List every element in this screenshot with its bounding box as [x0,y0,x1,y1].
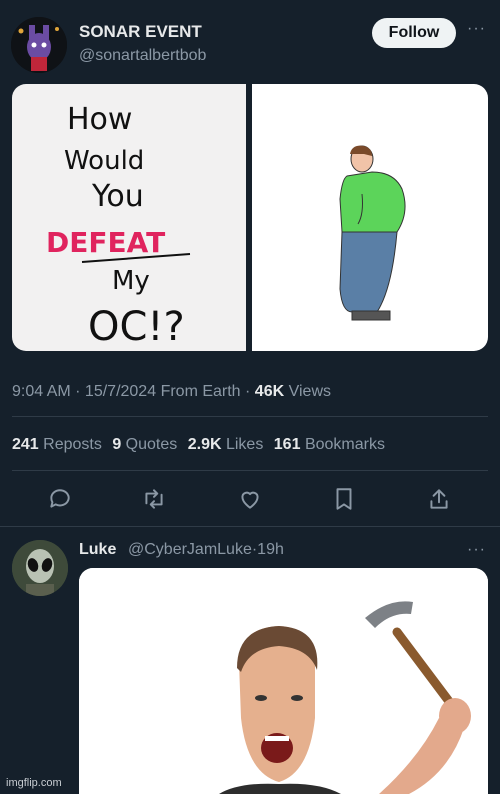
reply-avatar[interactable] [12,540,68,596]
stat-quotes[interactable]: 9 Quotes [112,436,177,453]
engagement-stats: 241 Reposts 9 Quotes 2.9K Likes 161 Book… [12,436,391,454]
post-meta: 9:04 AM · 15/7/2024 From Earth · 46K Vie… [12,383,331,400]
views-label: Views [288,383,331,400]
oc-character-drawing [339,145,406,321]
repost-icon[interactable] [141,486,167,512]
post-separator [0,526,500,527]
post-date[interactable]: 15/7/2024 [85,383,156,400]
like-icon[interactable] [237,486,263,512]
stat-bookmarks[interactable]: 161 Bookmarks [274,436,385,453]
divider [12,470,488,471]
meme-word-you: You [91,179,144,214]
man-with-hammer-photo [79,568,488,794]
reply-more-options-icon[interactable]: ··· [467,541,486,559]
reply-image[interactable] [79,568,488,794]
post-time[interactable]: 9:04 AM [12,383,71,400]
post-source: From Earth [160,383,241,400]
watermark-text: imgflip.com [6,777,62,789]
reply-author-handle[interactable]: @CyberJamLuke [128,541,252,558]
author-name[interactable]: SONAR EVENT [79,22,202,42]
stat-reposts[interactable]: 241 Reposts [12,436,102,453]
views-count: 46K [254,383,285,400]
bookmark-icon[interactable] [331,486,357,512]
meme-word-my: My [112,266,150,296]
meme-word-oc: OC!? [88,304,185,350]
post-image-left[interactable]: How Would You DEFEAT My OC!? [12,84,246,351]
reply-icon[interactable] [47,486,73,512]
post-image-right[interactable] [252,84,488,351]
reply-age[interactable]: 19h [257,541,284,558]
divider [12,416,488,417]
meme-word-would: Would [64,146,144,176]
author-handle[interactable]: @sonartalbertbob [79,47,206,65]
more-options-icon[interactable]: ··· [467,20,486,38]
reply-author-name[interactable]: Luke [79,541,116,559]
meme-word-defeat: DEFEAT [46,226,165,259]
reply-meta: @CyberJamLuke·19h [128,541,284,558]
author-avatar[interactable] [11,17,67,73]
stat-likes[interactable]: 2.9K Likes [188,436,264,453]
meme-word-how: How [67,102,132,137]
share-icon[interactable] [426,486,452,512]
follow-button[interactable]: Follow [372,18,456,48]
